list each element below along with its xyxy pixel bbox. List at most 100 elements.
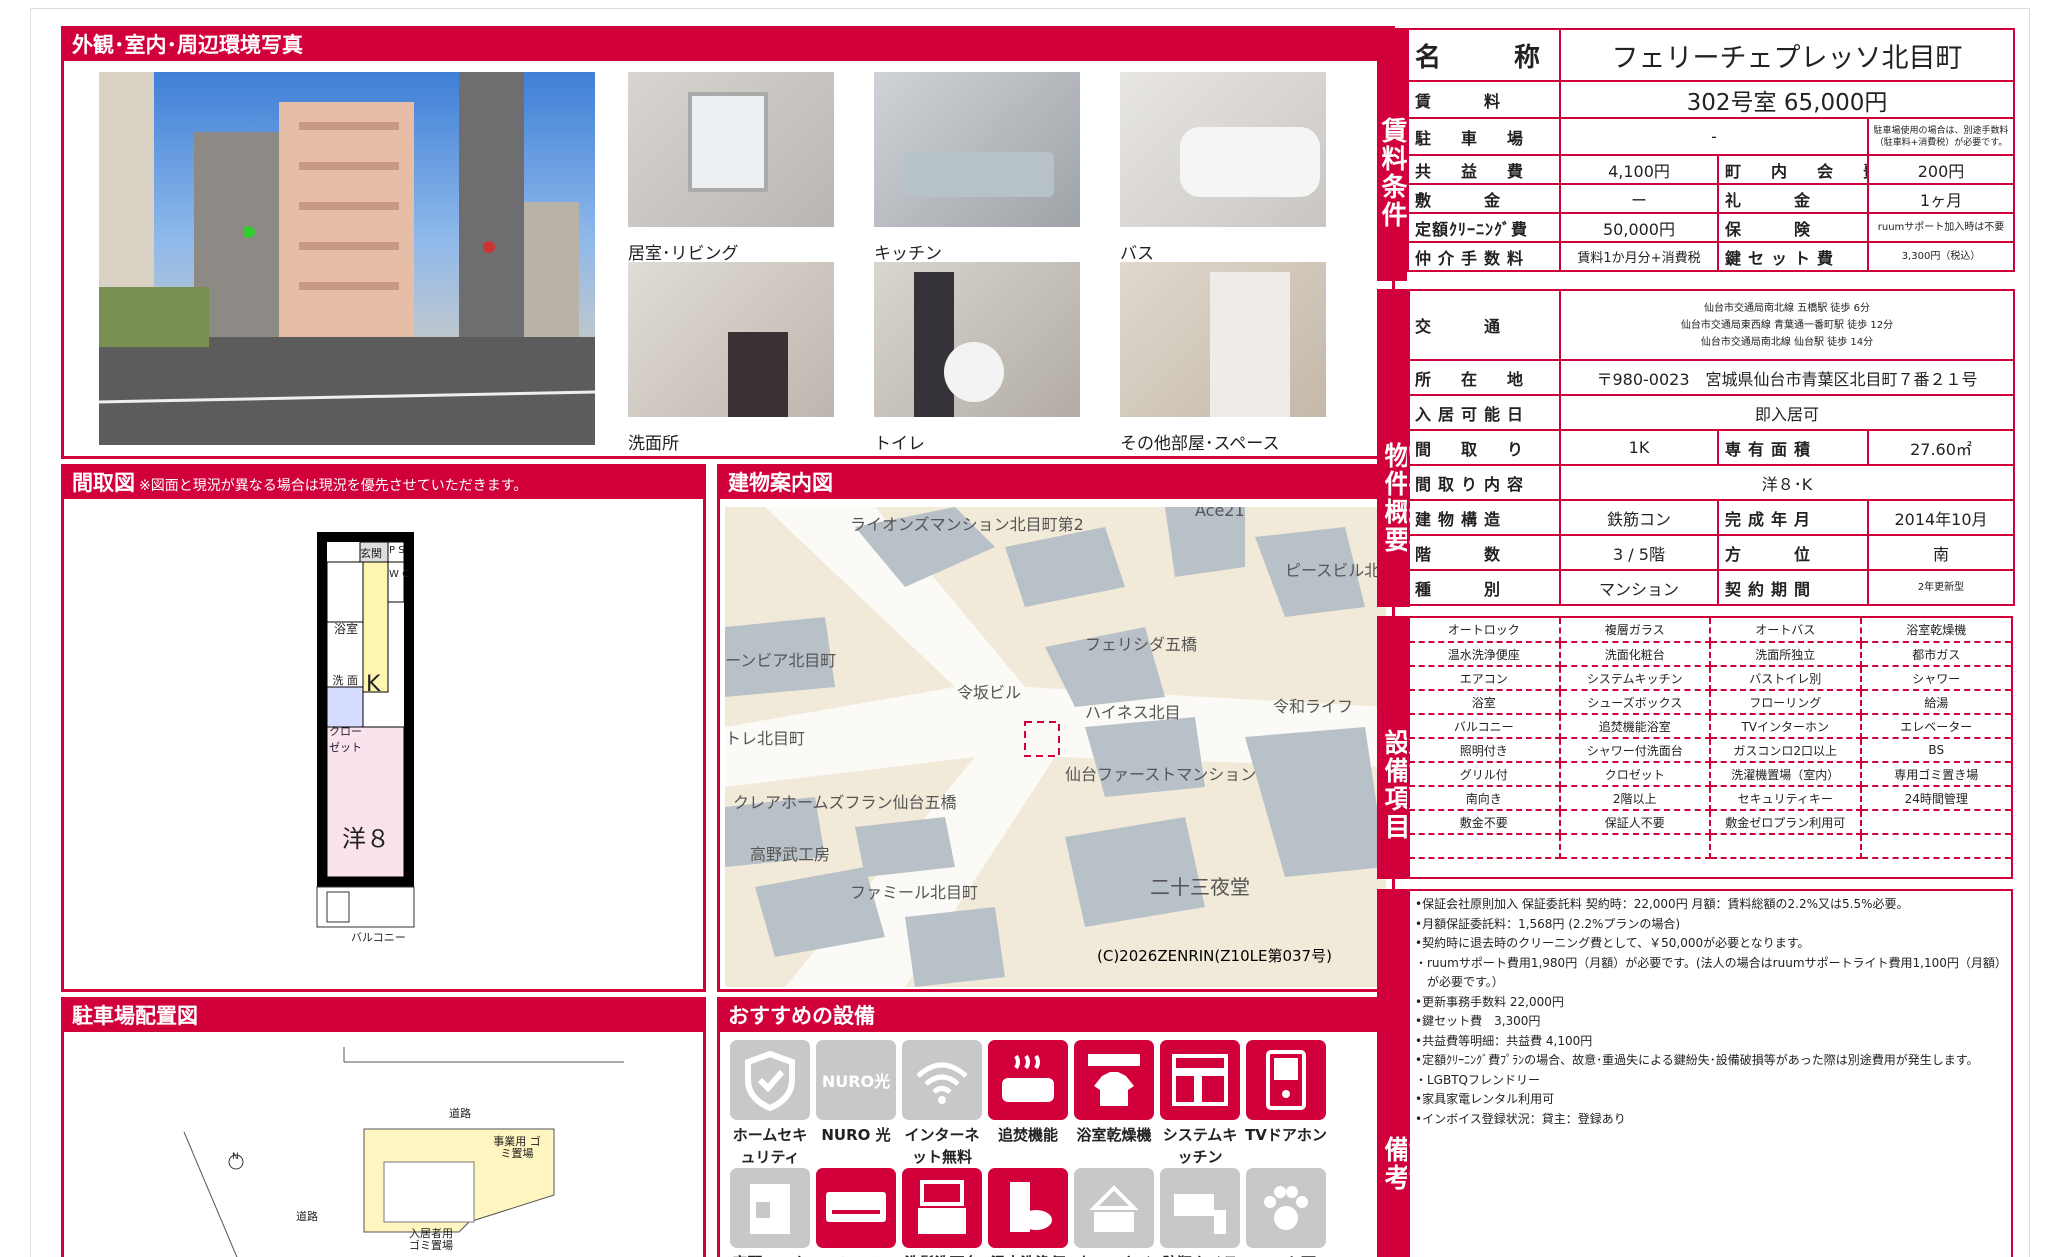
fp-closet-label: クロー ゼット xyxy=(329,725,362,754)
built-value: 2014年10月 xyxy=(1867,499,2015,536)
map-label: ファミール北目町 xyxy=(850,883,979,902)
built-label: 完成年月 xyxy=(1717,499,1869,536)
equipment-item: 洗面化粧台 xyxy=(1559,642,1711,667)
name-label: 名 称 xyxy=(1407,28,1561,82)
type-label: 種 別 xyxy=(1407,569,1561,606)
equipment-item: 洗面所独立 xyxy=(1710,642,1862,667)
remarks-line: •家具家電レンタル利用可 xyxy=(1415,1092,1555,1106)
contract-value: 2年更新型 xyxy=(1867,569,2015,606)
equipment-item: グリル付 xyxy=(1409,762,1561,787)
area-label: 専有面積 xyxy=(1717,429,1869,466)
remarks-line: ・ruumサポート費用1,980円（月額）が必要です。(法人の場合はruumサポ… xyxy=(1415,955,2007,970)
business-garbage-label: 事業用 ゴミ置場 xyxy=(493,1135,541,1160)
equipment-item: シャワー付洗面台 xyxy=(1559,738,1711,763)
equipment-item: オートバス xyxy=(1710,618,1862,643)
recommended-item-label: ウォークインクローゼット xyxy=(1071,1252,1157,1257)
intercom-icon xyxy=(1246,1040,1326,1120)
fp-entrance-label: 玄関 xyxy=(360,547,382,560)
locker-icon xyxy=(730,1168,810,1248)
wifi-icon xyxy=(902,1040,982,1120)
keyset-value: 3,300円（税込） xyxy=(1866,241,2016,272)
bath-caption: バス xyxy=(1120,244,1154,264)
recommended-item: TVドアホン xyxy=(1245,1040,1327,1146)
map-label: ハイネス北目 xyxy=(1085,703,1181,722)
bath-dryer-icon xyxy=(1074,1040,1154,1120)
floorplan-note: ※図面と現況が異なる場合は現況を優先させていただきます。 xyxy=(139,478,528,494)
equipment-item xyxy=(1409,834,1561,859)
equipment-item: 敷金不要 xyxy=(1409,810,1561,835)
common-fee-label: 共 益 費 xyxy=(1407,154,1561,185)
equipment-item: シャワー xyxy=(1860,666,2011,691)
recommended-item-label: NURO 光 xyxy=(821,1126,891,1144)
recommended-item: エアコン xyxy=(816,1168,896,1257)
equipment-item xyxy=(1710,834,1862,859)
recommended-item-label: 浴室乾燥機 xyxy=(1076,1126,1152,1144)
parking-drawing xyxy=(183,1047,624,1257)
bathtub-icon xyxy=(988,1040,1068,1120)
camera-icon xyxy=(1160,1168,1240,1248)
map-label: クレアホームズフラン仙台五橋 xyxy=(733,793,957,812)
rent-side-label: 賃料条件 xyxy=(1377,28,1407,281)
traffic-line-1: 仙台市交通局南北線 五橋駅 徒歩 6分 xyxy=(1704,302,1870,314)
recommended-item: 追焚機能 xyxy=(988,1040,1068,1146)
remarks-line: •鍵セット費 3,300円 xyxy=(1415,1014,1541,1028)
map-label: フェリシダ五橋 xyxy=(1085,635,1198,654)
remarks-line: •インボイス登録状況：貸主：登録あり xyxy=(1415,1111,1626,1126)
traffic-line-3: 仙台市交通局南北線 仙台駅 徒歩 14分 xyxy=(1700,336,1874,348)
equipment-item: 都市ガス xyxy=(1860,642,2011,667)
equipment-item: 敷金ゼロプラン利用可 xyxy=(1710,810,1862,835)
map-label: 令坂ビル xyxy=(957,683,1022,702)
direction-value: 南 xyxy=(1867,534,2015,571)
type-value: マンション xyxy=(1559,569,1719,606)
map-label: 令和ライフ xyxy=(1273,697,1354,716)
property-name: フェリーチェプレッソ北目町 xyxy=(1558,28,2016,82)
resident-garbage-label: 入居者用 ゴミ置場 xyxy=(409,1227,453,1252)
equipment-item xyxy=(1559,834,1711,859)
cleaning-label: 定額ｸﾘｰﾆﾝｸﾞ費 xyxy=(1407,212,1561,243)
map-label: ーンビア北目町 xyxy=(725,651,837,670)
equipment-table: オートロック 複層ガラス オートバス 浴室乾燥機 温水洗浄便座 洗面化粧台 洗面所独立 都市ガ… xyxy=(1409,618,2011,859)
equipment-item: 2階以上 xyxy=(1559,786,1711,811)
nuro-icon: NURO光 xyxy=(816,1040,896,1120)
insurance-value: ruumサポート加入時は不要 xyxy=(1866,212,2016,243)
equipment-item: 南向き xyxy=(1409,786,1561,811)
remarks-line: •定額ｸﾘｰﾆﾝｸﾞ費ﾌﾟﾗﾝの場合、故意･重過失による鍵紛失･設備破損等があっ… xyxy=(1415,1053,1979,1067)
recommended-item: ホームセキュリティ xyxy=(730,1040,810,1168)
north-arrow-icon: N xyxy=(232,1152,239,1162)
fp-bath-label: 浴室 xyxy=(334,622,359,636)
equipment-item: 照明付き xyxy=(1409,738,1561,763)
remarks-line: •保証会社原則加入 保証委託料 契約時：22,000円 月額：賃料総額の2.2%… xyxy=(1415,897,1909,911)
equipment-item: 複層ガラス xyxy=(1559,618,1711,643)
deposit-value: ー xyxy=(1559,183,1719,214)
equipment-item: 追焚機能浴室 xyxy=(1559,714,1711,739)
washbasin-icon xyxy=(902,1168,982,1248)
parking-panel: 駐車場配置図 道路 道路 事業用 ゴミ置場 入居者用 ゴミ置場 N xyxy=(61,997,706,1257)
assoc-fee-label: 町 内 会 費 xyxy=(1717,154,1869,185)
property-flyer: 外観･室内･周辺環境写真 居室･リビング キッチン バス 洗面所 トイレ その他… xyxy=(30,8,2030,1257)
washroom-caption: 洗面所 xyxy=(628,434,679,454)
equipment-item: エレベーター xyxy=(1860,714,2011,739)
floorplan-drawing xyxy=(316,532,415,928)
map-label: ライオンズマンション北目町第2 xyxy=(850,515,1084,534)
deposit-label: 敷 金 xyxy=(1407,183,1561,214)
cleaning-value: 50,000円 xyxy=(1559,212,1719,243)
recommended-item: 防犯カメラ xyxy=(1160,1168,1240,1257)
equipment-item: オートロック xyxy=(1409,618,1561,643)
toilet-photo xyxy=(874,262,1080,417)
parking-title: 駐車場配置図 xyxy=(64,1000,703,1032)
remarks-line: •契約時に退去時のクリーニング費として、￥50,000が必要となります。 xyxy=(1415,936,1810,950)
toilet-caption: トイレ xyxy=(874,434,925,454)
recommended-item-label: エアコン xyxy=(813,1252,899,1257)
equipment-item: 24時間管理 xyxy=(1860,786,2011,811)
address-value: 〒980-0023 宮城県仙台市青葉区北目町７番２１号 xyxy=(1559,359,2015,396)
other-room-caption: その他部屋･スペース xyxy=(1120,434,1280,454)
washroom-photo xyxy=(628,262,834,417)
parking-value: - xyxy=(1559,117,1869,156)
structure-label: 建物構造 xyxy=(1407,499,1561,536)
direction-label: 方 位 xyxy=(1717,534,1869,571)
road-label-top: 道路 xyxy=(449,1107,471,1120)
equipment-item: 浴室乾燥機 xyxy=(1860,618,2011,643)
equipment-item: バストイレ別 xyxy=(1710,666,1862,691)
brokerage-value: 賃料1か月分+消費税 xyxy=(1559,241,1719,272)
traffic-label: 交 通 xyxy=(1407,289,1561,361)
